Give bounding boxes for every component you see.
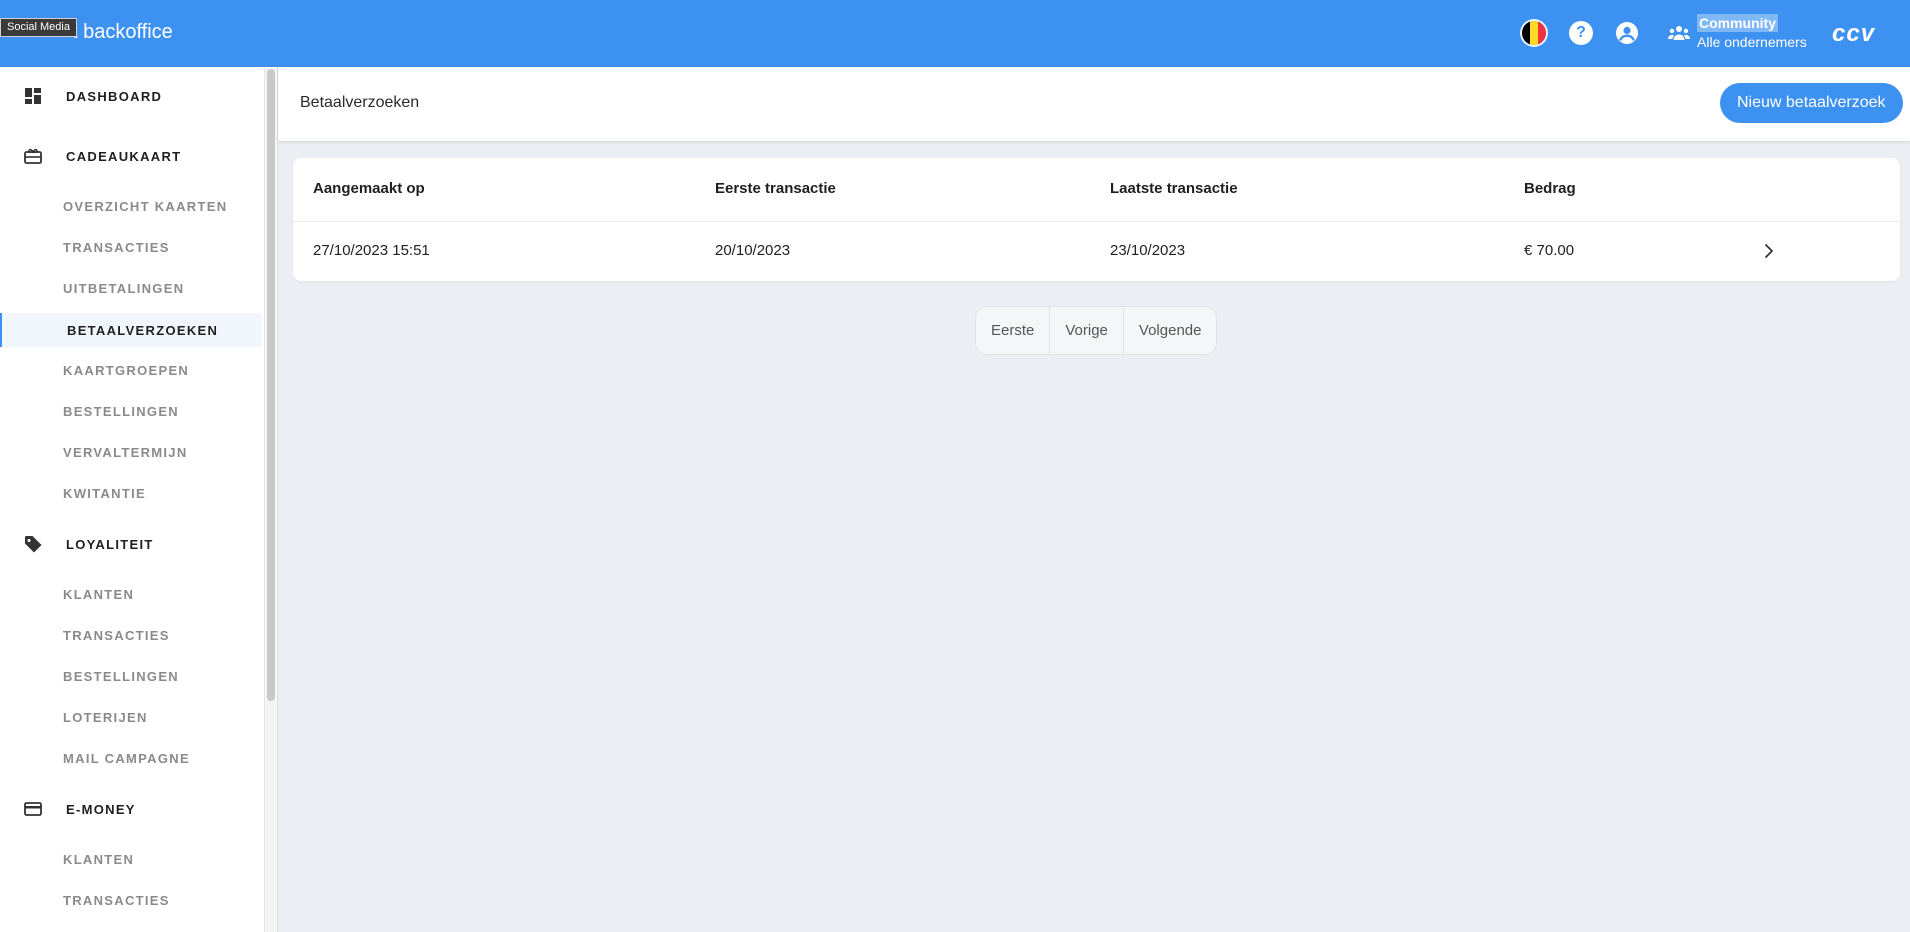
table-row[interactable]: 27/10/2023 15:51 20/10/2023 23/10/2023 €… [293, 222, 1900, 281]
chevron-right-icon[interactable] [1758, 240, 1780, 262]
sidebar-scrollbar[interactable] [264, 69, 276, 932]
flag-stripe-black [1522, 21, 1530, 45]
sidebar-item-label: BETAALVERZOEKEN [67, 322, 219, 338]
sidebar-section-e-money[interactable]: E-MONEY [0, 789, 262, 829]
top-bar: t backoffice Social Media ? Community Al… [0, 0, 1910, 67]
sidebar-section-cadeaukaart[interactable]: CADEAUKAART [0, 136, 262, 176]
sidebar-section-label: CADEAUKAART [66, 148, 182, 164]
new-payment-request-button[interactable]: Nieuw betaalverzoek [1720, 83, 1903, 123]
sidebar-item-kaartgroepen[interactable]: KAARTGROEPEN [0, 354, 262, 386]
sidebar-item-label: KLANTEN [63, 586, 135, 602]
sidebar-item-label: OVERZICHT KAARTEN [63, 198, 228, 214]
sidebar-item-kwitantie[interactable]: KWITANTIE [0, 477, 262, 509]
sidebar-item-klanten[interactable]: KLANTEN [0, 843, 262, 875]
sidebar-section-label: LOYALITEIT [66, 536, 154, 552]
cell-eerste-transactie: 20/10/2023 [715, 242, 791, 259]
page-title: Betaalverzoeken [300, 94, 420, 111]
sidebar-section-loyaliteit[interactable]: LOYALITEIT [0, 524, 262, 564]
pagination-next-button[interactable]: Volgende [1123, 307, 1217, 354]
sidebar-section-label: DASHBOARD [66, 88, 163, 104]
pagination: Eerste Vorige Volgende [975, 306, 1218, 355]
sidebar-item-label: TRANSACTIES [63, 239, 170, 255]
sidebar-item-transacties[interactable]: TRANSACTIES [0, 619, 262, 651]
sidebar-item-label: TRANSACTIES [63, 892, 170, 908]
gift-card-icon [24, 147, 42, 165]
sidebar-scrollbar-thumb[interactable] [267, 69, 275, 701]
sidebar-item-label: KAARTGROEPEN [63, 362, 190, 378]
help-icon[interactable]: ? [1569, 21, 1593, 45]
dashboard-icon [24, 87, 42, 105]
sidebar-item-transacties[interactable]: TRANSACTIES [0, 231, 262, 263]
sidebar-item-mail-campagne[interactable]: MAIL CAMPAGNE [0, 742, 262, 774]
cell-aangemaakt-op: 27/10/2023 15:51 [313, 242, 430, 259]
sidebar-item-label: UITBETALINGEN [63, 280, 185, 296]
sidebar-item-loterijen[interactable]: LOTERIJEN [0, 701, 262, 733]
group-icon [1668, 25, 1690, 40]
credit-card-icon [24, 800, 42, 818]
sidebar-section-dashboard[interactable]: DASHBOARD [0, 76, 262, 116]
sidebar-item-label: LOTERIJEN [63, 709, 148, 725]
sidebar-item-label: MAIL CAMPAGNE [63, 750, 190, 766]
sidebar: DASHBOARD CADEAUKAART OVERZICHT KAARTEN … [0, 67, 278, 932]
flag-stripe-red [1538, 21, 1546, 45]
sidebar-item-vervaltermijn[interactable]: VERVALTERMIJN [0, 436, 262, 468]
sidebar-item-label: TRANSACTIES [63, 627, 170, 643]
community-title: Community [1697, 14, 1778, 32]
sidebar-item-label: KLANTEN [63, 851, 135, 867]
page-header: Betaalverzoeken Nieuw betaalverzoek [278, 67, 1910, 141]
account-icon[interactable] [1615, 21, 1639, 45]
community-subtitle: Alle ondernemers [1697, 34, 1807, 50]
sidebar-item-label: KWITANTIE [63, 485, 146, 501]
column-header-aangemaakt-op: Aangemaakt op [313, 180, 425, 197]
table-header: Aangemaakt op Eerste transactie Laatste … [293, 158, 1900, 222]
column-header-eerste-transactie: Eerste transactie [715, 180, 836, 197]
sidebar-item-label: VERVALTERMIJN [63, 444, 188, 460]
tag-icon [24, 535, 42, 553]
sidebar-item-transacties[interactable]: TRANSACTIES [0, 884, 262, 916]
payment-requests-table: Aangemaakt op Eerste transactie Laatste … [293, 158, 1900, 281]
sidebar-item-klanten[interactable]: KLANTEN [0, 578, 262, 610]
sidebar-item-bestellingen[interactable]: BESTELLINGEN [0, 395, 262, 427]
sidebar-item-overzicht-kaarten[interactable]: OVERZICHT KAARTEN [0, 190, 262, 222]
cell-laatste-transactie: 23/10/2023 [1110, 242, 1186, 259]
pagination-previous-button[interactable]: Vorige [1050, 307, 1124, 354]
sidebar-item-uitbetalingen[interactable]: UITBETALINGEN [0, 272, 262, 304]
sidebar-item-label: BESTELLINGEN [63, 403, 179, 419]
sidebar-item-label: BESTELLINGEN [63, 668, 179, 684]
column-header-bedrag: Bedrag [1524, 180, 1576, 197]
sidebar-item-betaalverzoeken[interactable]: BETAALVERZOEKEN [0, 313, 262, 347]
column-header-laatste-transactie: Laatste transactie [1110, 180, 1238, 197]
belgium-flag-icon[interactable] [1522, 21, 1546, 45]
sidebar-item-bestellingen[interactable]: BESTELLINGEN [0, 660, 262, 692]
brand-title[interactable]: t backoffice [72, 19, 173, 45]
cell-bedrag: € 70.00 [1524, 242, 1575, 259]
community-switcher[interactable]: Community Alle ondernemers [1667, 14, 1807, 51]
flag-stripe-yellow [1530, 21, 1538, 45]
pagination-first-button[interactable]: Eerste [976, 307, 1051, 354]
tooltip: Social Media [0, 18, 77, 37]
sidebar-section-label: E-MONEY [66, 801, 136, 817]
ccv-logo[interactable]: ccv [1832, 20, 1875, 48]
